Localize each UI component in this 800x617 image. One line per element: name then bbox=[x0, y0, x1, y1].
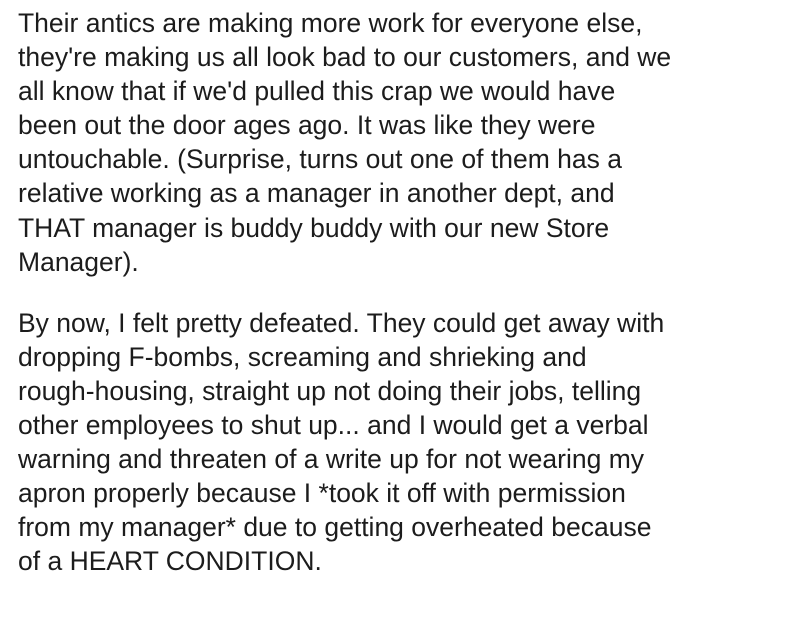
document-body: Their antics are making more work for ev… bbox=[18, 6, 793, 579]
text-line: dropping F-bombs, screaming and shriekin… bbox=[18, 341, 587, 372]
text-line: of a HEART CONDITION. bbox=[18, 546, 322, 577]
paragraph-1: Their antics are making more work for ev… bbox=[18, 6, 793, 279]
text-line: By now, I felt pretty defeated. They cou… bbox=[18, 307, 665, 338]
text-line: Their antics are making more work for ev… bbox=[18, 8, 643, 38]
text-line: from my manager* due to getting overheat… bbox=[18, 512, 652, 543]
paragraph-2: By now, I felt pretty defeated. They cou… bbox=[18, 306, 793, 579]
text-line: they're making us all look bad to our cu… bbox=[18, 42, 672, 73]
text-line: relative working as a manager in another… bbox=[18, 178, 615, 209]
text-line: all know that if we'd pulled this crap w… bbox=[18, 76, 616, 107]
text-line: untouchable. (Surprise, turns out one of… bbox=[18, 144, 622, 175]
text-line: Manager). bbox=[18, 246, 139, 277]
text-line: rough-housing, straight up not doing the… bbox=[18, 375, 642, 406]
text-line: warning and threaten of a write up for n… bbox=[18, 444, 645, 475]
text-line: apron properly because I *took it off wi… bbox=[18, 478, 626, 509]
text-line: other employees to shut up... and I woul… bbox=[18, 410, 649, 441]
text-line: been out the door ages ago. It was like … bbox=[18, 110, 596, 141]
text-line: THAT manager is buddy buddy with our new… bbox=[18, 212, 610, 243]
